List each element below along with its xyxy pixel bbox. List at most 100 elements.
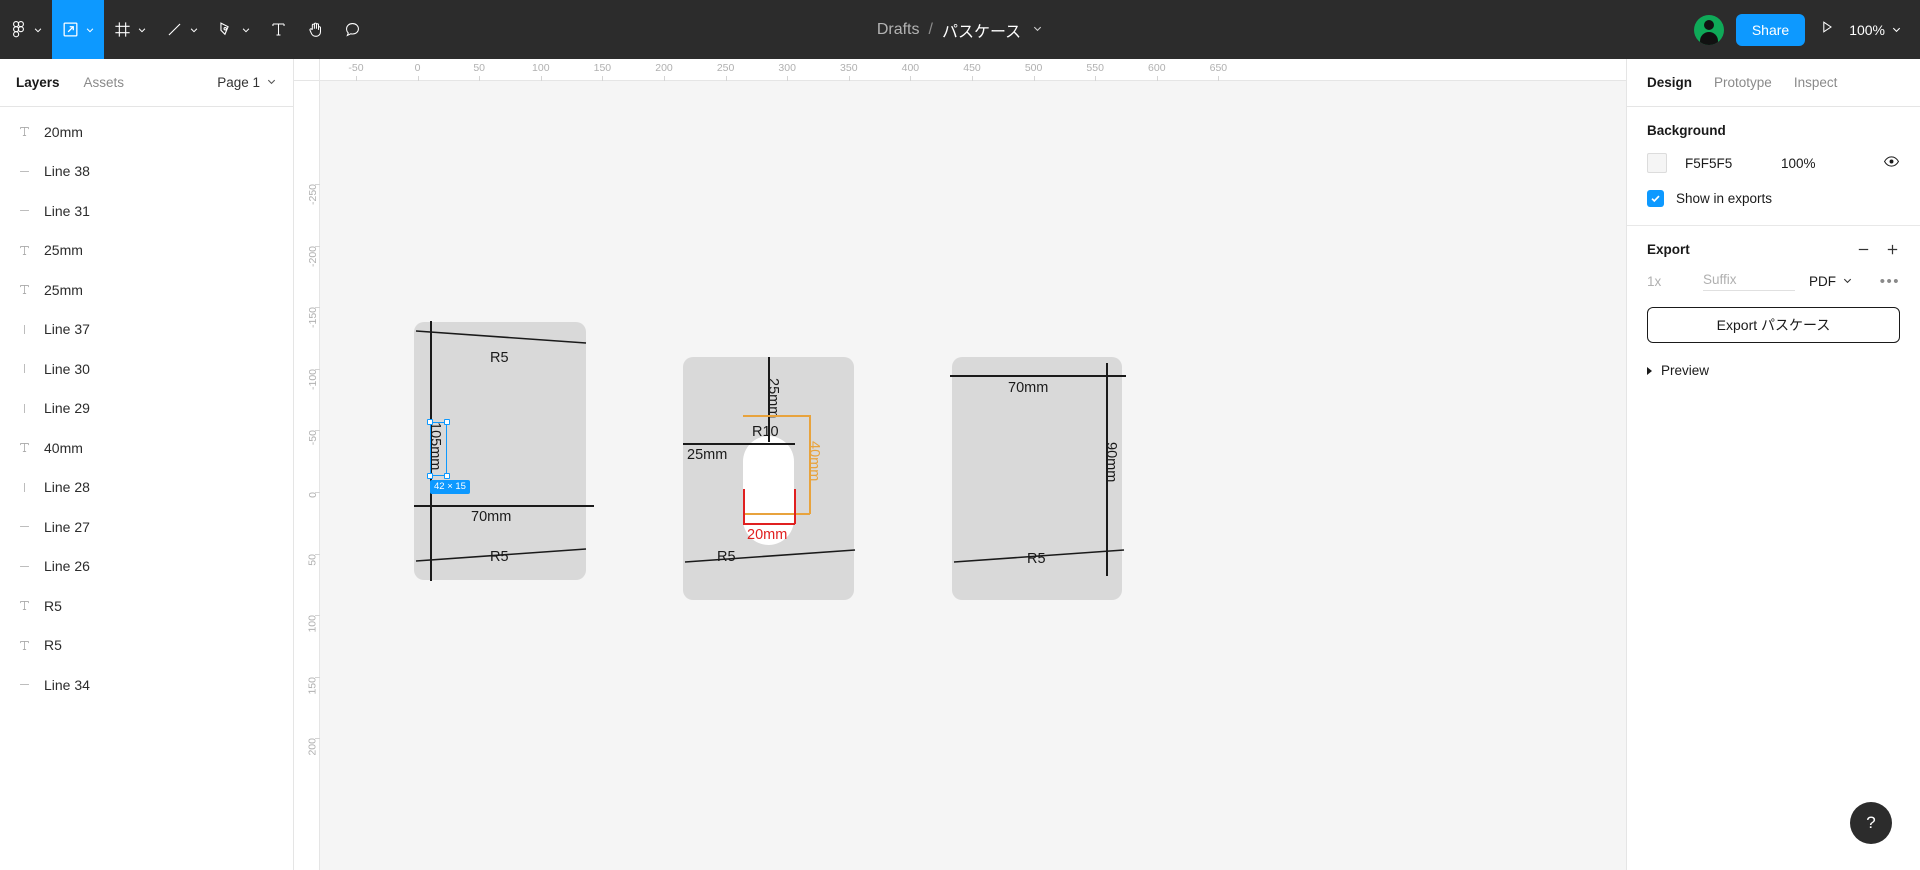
- zoom-level-label: 100%: [1849, 21, 1885, 38]
- tab-prototype[interactable]: Prototype: [1714, 75, 1772, 90]
- layer-name: 25mm: [44, 281, 83, 298]
- dimension-line-horizontal-left: [414, 505, 594, 507]
- color-hex-value[interactable]: F5F5F5: [1685, 156, 1781, 171]
- breadcrumb-file-name[interactable]: パスケース: [942, 18, 1021, 42]
- layer-row[interactable]: Line 29: [0, 389, 293, 429]
- share-button[interactable]: Share: [1735, 13, 1806, 46]
- layer-row[interactable]: Line 31: [0, 191, 293, 231]
- chevron-down-icon: [241, 25, 251, 35]
- color-opacity-value[interactable]: 100%: [1781, 156, 1841, 171]
- move-tool-icon: [61, 20, 80, 39]
- layer-row[interactable]: Line 37: [0, 310, 293, 350]
- pen-tool-button[interactable]: [208, 0, 260, 59]
- line-layer-icon: [18, 204, 40, 217]
- line-layer-icon: [18, 678, 40, 691]
- selection-handle-bl[interactable]: [427, 473, 433, 479]
- export-scale-input[interactable]: 1x: [1647, 274, 1703, 289]
- layer-row[interactable]: Line 34: [0, 665, 293, 705]
- frame-tool-button[interactable]: [104, 0, 156, 59]
- selection-size-badge: 42 × 15: [430, 480, 470, 494]
- layer-row[interactable]: 25mm: [0, 231, 293, 271]
- text-layer-icon: [18, 125, 40, 138]
- plus-icon[interactable]: [1885, 242, 1900, 257]
- layer-row[interactable]: Line 30: [0, 349, 293, 389]
- figma-menu-icon: [9, 20, 28, 39]
- layer-row[interactable]: Line 28: [0, 468, 293, 508]
- chevron-down-icon[interactable]: [1032, 21, 1043, 39]
- layer-row[interactable]: Line 27: [0, 507, 293, 547]
- page-selector[interactable]: Page 1: [217, 75, 277, 90]
- page-selector-label: Page 1: [217, 75, 260, 90]
- export-suffix-input[interactable]: Suffix: [1703, 272, 1795, 291]
- zoom-control[interactable]: 100%: [1849, 22, 1906, 38]
- export-button[interactable]: Export パスケース: [1647, 307, 1900, 343]
- line-layer-icon: [18, 165, 40, 178]
- layer-name: Line 30: [44, 360, 90, 377]
- layers-list: 20mm Line 38 Line 31 25mm 25mm Line 37 Line 30…: [0, 107, 293, 870]
- dimension-line-slot-height-top: [743, 415, 810, 417]
- layer-row[interactable]: 20mm: [0, 112, 293, 152]
- chevron-down-icon: [137, 25, 147, 35]
- tab-assets[interactable]: Assets: [84, 75, 125, 90]
- selection-handle-br[interactable]: [444, 473, 450, 479]
- dimension-line-slot-width-horizontal: [743, 523, 795, 525]
- minus-icon[interactable]: [1856, 242, 1871, 257]
- text-tool-button[interactable]: [260, 0, 297, 59]
- color-swatch[interactable]: [1647, 153, 1667, 173]
- hand-tool-icon: [306, 20, 325, 39]
- dimension-line-slot-left-offset: [683, 443, 795, 445]
- export-section: Export 1x Suffix PDF ••• Export パスケース Pr…: [1627, 226, 1920, 396]
- present-button[interactable]: [1805, 19, 1849, 40]
- layer-row[interactable]: Line 38: [0, 152, 293, 192]
- help-button[interactable]: ?: [1850, 802, 1892, 844]
- eye-icon[interactable]: [1883, 153, 1900, 173]
- layer-row[interactable]: 25mm: [0, 270, 293, 310]
- selection-bounding-box[interactable]: [427, 419, 450, 479]
- label-25mm-top: 25mm: [765, 378, 781, 419]
- layer-row[interactable]: R5: [0, 586, 293, 626]
- figma-app-window: Drafts / パスケース Share 100% Layers Assets …: [0, 0, 1920, 870]
- layer-name: Line 28: [44, 479, 90, 496]
- export-section-actions: [1856, 242, 1900, 257]
- breadcrumb[interactable]: Drafts / パスケース: [877, 18, 1043, 42]
- preview-disclosure[interactable]: Preview: [1647, 363, 1900, 378]
- chevron-down-icon: [189, 25, 199, 35]
- canvas-area[interactable]: -250 -200 -150 -100 -50 0 50 100 150 200 -50 0 50 10…: [294, 59, 1626, 870]
- background-section: Background F5F5F5 100% Show in exports: [1627, 107, 1920, 226]
- selection-handle-tr[interactable]: [444, 419, 450, 425]
- layer-row[interactable]: R5: [0, 626, 293, 666]
- layer-row[interactable]: Line 26: [0, 547, 293, 587]
- layer-row[interactable]: 40mm: [0, 428, 293, 468]
- move-tool-button[interactable]: [52, 0, 104, 59]
- tab-layers[interactable]: Layers: [16, 75, 60, 90]
- label-70mm-left: 70mm: [471, 509, 512, 525]
- layer-name: Line 37: [44, 321, 90, 338]
- avatar[interactable]: [1693, 14, 1724, 45]
- tab-inspect[interactable]: Inspect: [1794, 75, 1838, 90]
- triangle-right-icon: [1647, 366, 1652, 375]
- shape-tool-button[interactable]: [156, 0, 208, 59]
- right-panel-tabs: Design Prototype Inspect: [1627, 59, 1920, 107]
- label-r5-bottom-middle: R5: [717, 549, 736, 565]
- comment-tool-icon: [343, 20, 362, 39]
- figma-menu-button[interactable]: [0, 0, 52, 59]
- pen-tool-icon: [217, 20, 236, 39]
- radius-leader-line-top-left: [415, 330, 587, 344]
- line-tool-icon: [165, 20, 184, 39]
- hand-tool-button[interactable]: [297, 0, 334, 59]
- chevron-down-icon: [1842, 274, 1853, 289]
- text-layer-icon: [18, 441, 40, 454]
- canvas-frame[interactable]: R5 70mm R5 105mm 42 × 15 25mm 25mm R10 4…: [320, 81, 1626, 870]
- horizontal-ruler: -50 0 50 100 150 200 250 300 350 400 450 500 550 600 6…: [320, 59, 1626, 81]
- layer-name: 40mm: [44, 439, 83, 456]
- breadcrumb-project[interactable]: Drafts: [877, 21, 920, 39]
- show-in-exports-row[interactable]: Show in exports: [1647, 190, 1900, 207]
- export-format-select[interactable]: PDF: [1809, 274, 1853, 289]
- ellipsis-icon[interactable]: •••: [1880, 273, 1900, 290]
- tab-design[interactable]: Design: [1647, 75, 1692, 90]
- chevron-down-icon: [33, 25, 43, 35]
- show-in-exports-checkbox[interactable]: [1647, 190, 1664, 207]
- comment-tool-button[interactable]: [334, 0, 371, 59]
- play-icon: [1819, 19, 1835, 40]
- selection-handle-tl[interactable]: [427, 419, 433, 425]
